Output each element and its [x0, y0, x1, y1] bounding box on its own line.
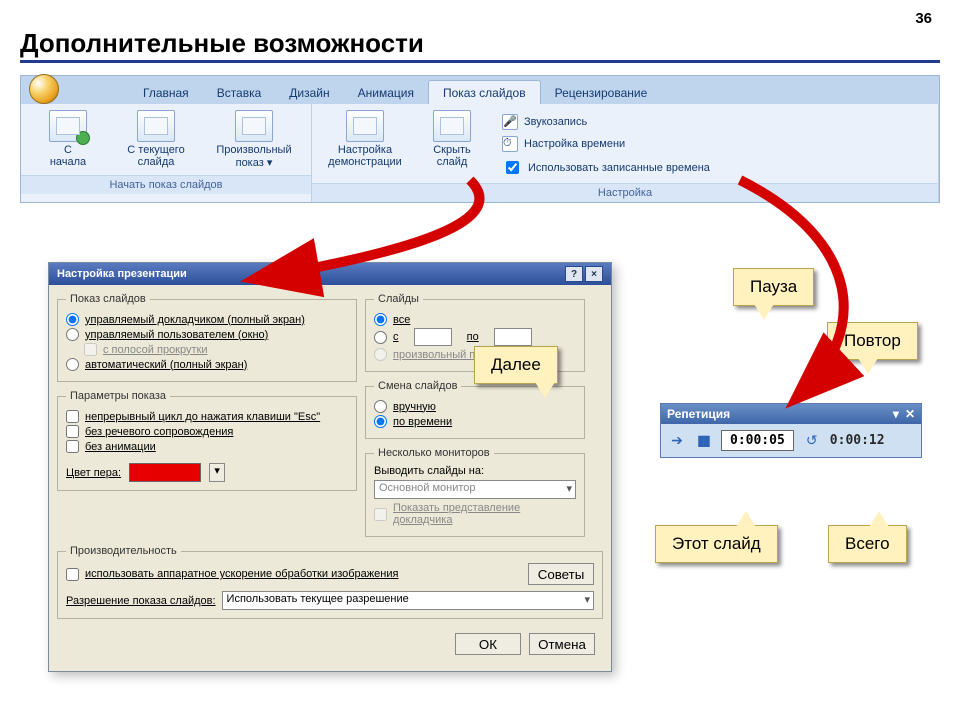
group-setup: Настройка демонстрации Скрыть слайд 🎤Зву…	[312, 104, 939, 202]
radio-advance-manual[interactable]: вручную	[374, 400, 576, 413]
dialog-close-icon[interactable]: ×	[585, 266, 603, 282]
tab-review[interactable]: Рецензирование	[541, 81, 662, 104]
dialog-help-icon[interactable]: ?	[565, 266, 583, 282]
lg-show-type: Показ слайдов	[66, 293, 150, 305]
pen-color-dd[interactable]: ▾	[209, 463, 225, 482]
opt-record-audio[interactable]: 🎤Звукозапись	[502, 114, 710, 130]
radio-slide-range[interactable]: с по	[374, 328, 576, 346]
lg-advance: Смена слайдов	[374, 380, 461, 392]
mic-icon: 🎤	[502, 114, 518, 130]
btn-cancel[interactable]: Отмена	[529, 633, 595, 655]
next-icon[interactable]: ➔	[669, 433, 685, 449]
radio-all-slides[interactable]: все	[374, 313, 576, 326]
btn-hide-slide[interactable]: Скрыть слайд	[422, 110, 482, 177]
group-start-slideshow: С начала С текущего слайда Произвольный …	[21, 104, 312, 202]
btn-from-beginning[interactable]: С начала	[31, 110, 105, 169]
dialog-setup-show: Настройка презентации ?× Показ слайдов у…	[48, 262, 612, 672]
btn-setup-show[interactable]: Настройка демонстрации	[322, 110, 408, 177]
pen-color-swatch[interactable]	[129, 463, 201, 482]
rehearsal-close-icon[interactable]: ✕	[905, 407, 915, 421]
group-title-start: Начать показ слайдов	[21, 175, 311, 194]
office-orb[interactable]	[29, 74, 59, 104]
repeat-icon[interactable]: ↺	[804, 433, 820, 449]
monitor-select: Основной монитор	[374, 480, 576, 499]
total-time: 0:00:12	[830, 433, 885, 448]
btn-tips[interactable]: Советы	[528, 563, 594, 585]
to-spin[interactable]	[494, 328, 532, 346]
fs-show-options: Параметры показа непрерывный цикл до наж…	[57, 390, 357, 491]
callout-this-slide: Этот слайд	[655, 525, 778, 563]
radio-browsed[interactable]: управляемый пользователем (окно)	[66, 328, 348, 341]
btn-custom-show[interactable]: Произвольный показ ▾	[207, 110, 301, 169]
pause-icon[interactable]: ▮▮	[695, 433, 711, 449]
pen-color-label: Цвет пера:	[66, 467, 121, 479]
fs-show-type: Показ слайдов управляемый докладчиком (п…	[57, 293, 357, 382]
chk-no-narration[interactable]: без речевого сопровождения	[66, 425, 348, 438]
tab-design[interactable]: Дизайн	[275, 81, 343, 104]
chk-use-timings[interactable]	[506, 161, 519, 174]
rehearsal-title: Репетиция	[667, 407, 730, 421]
chk-scrollbar: с полосой прокрутки	[84, 343, 348, 356]
ribbon-tabs: Главная Вставка Дизайн Анимация Показ сл…	[21, 76, 939, 104]
rehearsal-min-icon[interactable]: ▾	[893, 407, 899, 421]
callout-repeat: Повтор	[827, 322, 918, 360]
title-rule	[20, 60, 940, 63]
lg-slides: Слайды	[374, 293, 423, 305]
page-title: Дополнительные возможности	[20, 30, 940, 56]
chk-presenter-view: Показать представление докладчика	[374, 502, 576, 526]
page-number: 36	[915, 10, 932, 27]
radio-presenter[interactable]: управляемый докладчиком (полный экран)	[66, 313, 348, 326]
tab-animation[interactable]: Анимация	[344, 81, 428, 104]
callout-total: Всего	[828, 525, 907, 563]
radio-advance-timings[interactable]: по времени	[374, 415, 576, 428]
chk-no-animation[interactable]: без анимации	[66, 440, 348, 453]
fs-performance: Производительность использовать аппаратн…	[57, 545, 603, 619]
rehearsal-toolbar: Репетиция ▾ ✕ ➔ ▮▮ 0:00:05 ↺ 0:00:12	[660, 403, 922, 458]
radio-kiosk[interactable]: автоматический (полный экран)	[66, 358, 348, 371]
opt-rehearse-timings[interactable]: ⏱Настройка времени	[502, 136, 710, 152]
lg-perf: Производительность	[66, 545, 181, 557]
resolution-label: Разрешение показа слайдов:	[66, 595, 216, 607]
fs-monitors: Несколько мониторов Выводить слайды на: …	[365, 447, 585, 537]
tab-slideshow[interactable]: Показ слайдов	[428, 80, 541, 104]
opt-use-timings[interactable]: Использовать записанные времена	[502, 158, 710, 177]
chk-hw-accel[interactable]: использовать аппаратное ускорение обрабо…	[66, 568, 398, 581]
chk-loop[interactable]: непрерывный цикл до нажатия клавиши "Esc…	[66, 410, 348, 423]
ribbon: Главная Вставка Дизайн Анимация Показ сл…	[20, 75, 940, 203]
current-time: 0:00:05	[721, 430, 794, 451]
resolution-select[interactable]: Использовать текущее разрешение	[222, 591, 594, 610]
lg-show-options: Параметры показа	[66, 390, 170, 402]
dialog-title: Настройка презентации	[57, 268, 187, 280]
group-title-setup: Настройка	[312, 183, 938, 202]
tab-insert[interactable]: Вставка	[203, 81, 276, 104]
callout-next: Далее	[474, 346, 558, 384]
callout-pause: Пауза	[733, 268, 814, 306]
btn-ok[interactable]: ОК	[455, 633, 521, 655]
btn-from-current[interactable]: С текущего слайда	[119, 110, 193, 169]
from-spin[interactable]	[414, 328, 452, 346]
tab-home[interactable]: Главная	[129, 81, 203, 104]
monitor-output-label: Выводить слайды на:	[374, 465, 576, 477]
clock-icon: ⏱	[502, 136, 518, 152]
lg-monitors: Несколько мониторов	[374, 447, 494, 459]
